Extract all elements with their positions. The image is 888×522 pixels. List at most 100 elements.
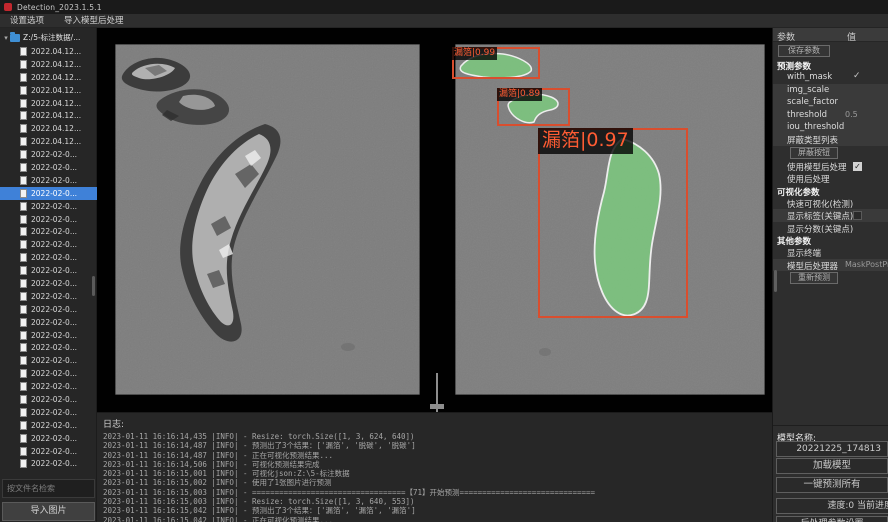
log-line: 2023-01-11 16:16:14,435 |INFO| - Resize:… [103,432,772,441]
tree-item[interactable]: 2022-02-0... [0,238,97,251]
tree-item-label: 2022-02-0... [31,253,77,262]
folder-icon [10,34,20,42]
log-line: 2023-01-11 16:16:14,487 |INFO| - 预测出了3个结… [103,441,772,450]
tree-scrollbar[interactable] [92,276,95,296]
import-image-button[interactable]: 导入图片 [2,502,95,521]
tree-item[interactable]: 2022-02-0... [0,161,97,174]
tree-item-label: 2022-02-0... [31,395,77,404]
param-section[interactable]: 其他参数 [773,234,888,246]
tree-item[interactable]: 2022.04.12... [0,135,97,148]
param-value: 0.5 [845,110,858,119]
param-row[interactable]: scale_factor [773,96,888,108]
tree-item[interactable]: 2022-02-0... [0,277,97,290]
tree-item[interactable]: 2022-02-0... [0,393,97,406]
viewport-splitter-handle[interactable] [430,404,444,409]
param-action-button[interactable]: 重新预测 [790,272,838,284]
param-row[interactable]: 显示标签(关键点) [773,209,888,221]
tree-item[interactable]: 2022-02-0... [0,445,97,458]
save-params-button[interactable]: 保存参数 [778,45,830,57]
tree-item[interactable]: 2022-02-0... [0,187,97,200]
tree-item[interactable]: 2022-02-0... [0,200,97,213]
check-icon: ✓ [853,71,861,81]
file-icon [20,395,27,404]
params-scrollbar[interactable] [774,270,777,292]
tree-item[interactable]: 2022.04.12... [0,97,97,110]
param-row[interactable]: 显示分数(关键点) [773,222,888,234]
tree-item[interactable]: 2022-02-0... [0,329,97,342]
checkbox-unchecked-icon[interactable] [853,211,862,220]
param-section[interactable]: 可视化参数 [773,185,888,197]
tree-item[interactable]: 2022-02-0... [0,367,97,380]
tree-item[interactable]: 2022.04.12... [0,71,97,84]
param-row[interactable]: 屏蔽类型列表 [773,133,888,145]
param-row[interactable]: 使用后处理 [773,172,888,184]
file-icon [20,331,27,340]
model-name-field[interactable]: 20221225_174813 [776,441,888,457]
menu-settings[interactable]: 设置选项 [0,14,54,28]
tree-item[interactable]: 2022.04.12... [0,84,97,97]
param-row[interactable]: 快速可视化(检测) [773,197,888,209]
param-label: 显示标签(关键点) [787,210,853,221]
param-label: 使用后处理 [787,173,830,184]
tree-item-label: 2022.04.12... [31,137,81,146]
param-row[interactable]: iou_threshold [773,121,888,133]
load-model-button[interactable]: 加载模型 [776,458,888,474]
predict-all-button[interactable]: 一键预测所有 [776,477,888,493]
param-button-row: 重新预测 [773,271,888,285]
file-icon [20,382,27,391]
param-label: iou_threshold [787,122,844,132]
tree-item[interactable]: 2022-02-0... [0,290,97,303]
param-section[interactable]: 预测参数 [773,59,888,71]
checkbox-checked-icon[interactable]: ✓ [853,162,862,171]
tree-item[interactable]: 2022-02-0... [0,213,97,226]
tree-item[interactable]: 2022-02-0... [0,316,97,329]
tree-item[interactable]: 2022-02-0... [0,251,97,264]
file-icon [20,163,27,172]
tree-item[interactable]: 2022-02-0... [0,148,97,161]
tree-item[interactable]: 2022-02-0... [0,174,97,187]
tree-item[interactable]: 2022.04.12... [0,122,97,135]
file-sidebar: ▾ Z:/5-标注数据/... 2022.04.12...2022.04.12.… [0,28,97,522]
file-icon [20,356,27,365]
tree-item[interactable]: 2022-02-0... [0,341,97,354]
original-image [115,44,420,395]
file-icon [20,176,27,185]
detection-overlay: 漏箔|0.99漏箔|0.89漏箔|0.97 [455,44,765,395]
tree-item[interactable]: 2022-02-0... [0,354,97,367]
postprocess-settings-button[interactable]: 后处理参数设置 [776,516,888,522]
param-label: 预测参数 [777,60,811,71]
tree-item-label: 2022.04.12... [31,99,81,108]
tree-item-label: 2022.04.12... [31,60,81,69]
file-icon [20,202,27,211]
tree-root[interactable]: ▾ Z:/5-标注数据/... [0,31,80,44]
param-row[interactable]: img_scale [773,84,888,96]
tree-item[interactable]: 2022.04.12... [0,58,97,71]
file-icon [20,279,27,288]
tree-item-label: 2022-02-0... [31,331,77,340]
param-row[interactable]: 使用模型后处理✓ [773,160,888,172]
file-icon [20,369,27,378]
tree-item[interactable]: 2022-02-0... [0,419,97,432]
tree-item[interactable]: 2022-02-0... [0,432,97,445]
file-icon [20,137,27,146]
menu-import-postprocess[interactable]: 导入模型后处理 [54,14,134,28]
tree-item[interactable]: 2022-02-0... [0,458,97,471]
param-row[interactable]: 显示终端 [773,246,888,258]
tree-item[interactable]: 2022-02-0... [0,264,97,277]
param-row[interactable]: threshold0.5 [773,109,888,121]
search-input[interactable] [2,479,95,498]
tree-item[interactable]: 2022-02-0... [0,303,97,316]
tree-item[interactable]: 2022.04.12... [0,109,97,122]
viewport-prediction[interactable]: 漏箔|0.99漏箔|0.89漏箔|0.97 [455,44,765,395]
tree-item[interactable]: 2022.04.12... [0,45,97,58]
viewport-original[interactable] [115,44,420,395]
file-icon [20,266,27,275]
log-line: 2023-01-11 16:16:15,002 |INFO| - 使用了1张图片… [103,478,772,487]
param-row[interactable]: with_mask✓ [773,71,888,83]
tree-item[interactable]: 2022-02-0... [0,225,97,238]
param-action-button[interactable]: 屏蔽按钮 [790,147,838,159]
tree-item[interactable]: 2022-02-0... [0,380,97,393]
param-row[interactable]: 模型后处理器MaskPostPro [773,259,888,271]
param-label: 显示终端 [787,247,821,258]
tree-item[interactable]: 2022-02-0... [0,406,97,419]
